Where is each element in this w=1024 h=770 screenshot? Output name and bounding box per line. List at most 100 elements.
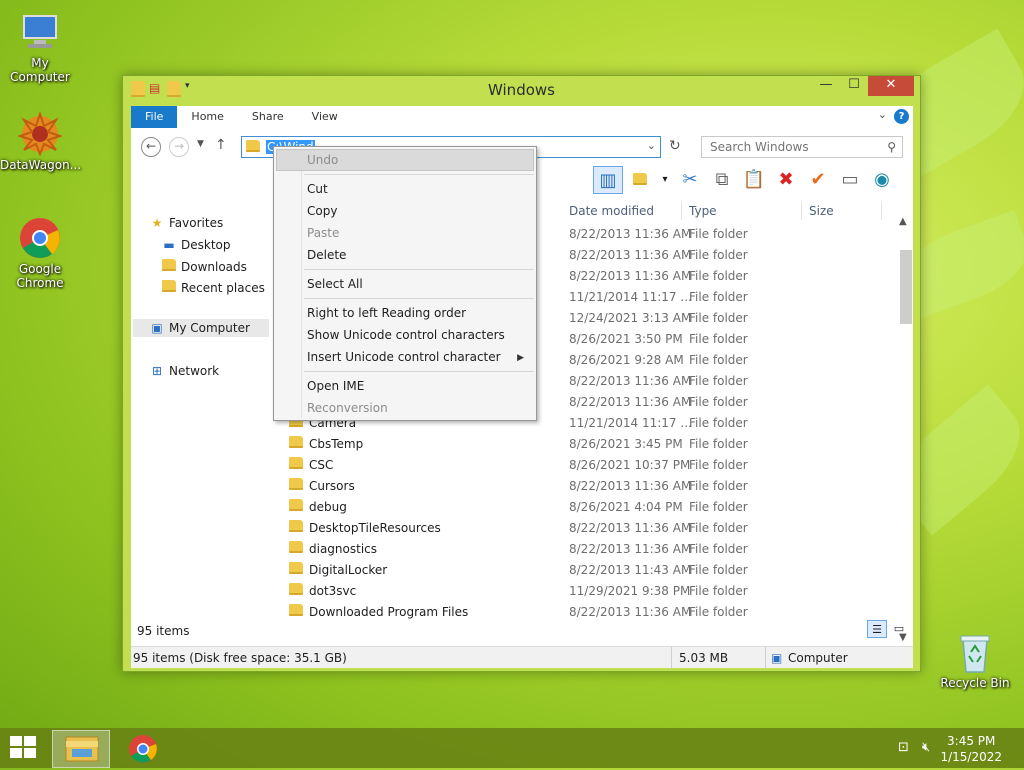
recent-locations-icon[interactable]: ▼ bbox=[197, 139, 204, 149]
table-row[interactable]: DigitalLocker 8/22/2013 11:43 AM File fold… bbox=[281, 560, 895, 581]
large-icons-view-icon[interactable]: ▭ bbox=[889, 620, 909, 638]
network-icon: ⊞ bbox=[151, 364, 163, 378]
menu-item-show-unicode-control-characters[interactable]: Show Unicode control characters bbox=[307, 328, 505, 342]
menu-item-copy[interactable]: Copy bbox=[307, 204, 337, 218]
nav-my-computer[interactable]: ▣ My Computer bbox=[133, 319, 269, 337]
file-type: File folder bbox=[689, 332, 748, 346]
column-date-modified[interactable]: Date modified bbox=[569, 204, 654, 218]
table-row[interactable]: debug 8/26/2021 4:04 PM File folder bbox=[281, 497, 895, 518]
desktop-icon-recycle-bin[interactable]: Recycle Bin bbox=[935, 630, 1015, 690]
scissors-icon[interactable]: ✂ bbox=[675, 166, 705, 194]
menu-item-insert-unicode-control-character[interactable]: Insert Unicode control character bbox=[307, 350, 501, 364]
clipboard-icon[interactable]: 📋 bbox=[739, 166, 769, 194]
ribbon-expand-icon[interactable]: ⌄ bbox=[878, 108, 887, 121]
nav-desktop[interactable]: ▬ Desktop bbox=[161, 238, 230, 252]
search-input[interactable] bbox=[702, 137, 872, 157]
recycle-bin-icon bbox=[953, 630, 997, 674]
help-icon[interactable]: ? bbox=[894, 109, 909, 124]
scrollbar-thumb[interactable] bbox=[900, 250, 912, 324]
tab-view[interactable]: View bbox=[298, 106, 352, 128]
menu-item-reconversion[interactable]: Reconversion bbox=[307, 401, 388, 415]
delete-icon[interactable]: ✖ bbox=[771, 166, 801, 194]
search-icon[interactable]: ⚲ bbox=[887, 140, 896, 154]
column-size[interactable]: Size bbox=[809, 204, 834, 218]
file-type: File folder bbox=[689, 269, 748, 283]
table-row[interactable]: CSC 8/26/2021 10:37 PM File folder bbox=[281, 455, 895, 476]
table-row[interactable]: Downloaded Program Files 8/22/2013 11:36 … bbox=[281, 602, 895, 623]
system-clock[interactable]: 3:45 PM 1/15/2022 bbox=[940, 733, 1002, 765]
nav-downloads[interactable]: Downloads bbox=[161, 259, 247, 274]
clock-date: 1/15/2022 bbox=[940, 750, 1002, 764]
taskbar-file-explorer[interactable] bbox=[52, 730, 110, 768]
vertical-scrollbar[interactable]: ▲ ▼ bbox=[897, 216, 913, 668]
menu-item-select-all[interactable]: Select All bbox=[307, 277, 363, 291]
column-divider[interactable] bbox=[681, 202, 682, 220]
menu-item-delete[interactable]: Delete bbox=[307, 248, 346, 262]
minimize-button[interactable]: — bbox=[812, 76, 840, 96]
folder-icon bbox=[289, 478, 303, 493]
folder-options-icon[interactable] bbox=[625, 166, 655, 194]
column-type[interactable]: Type bbox=[689, 204, 717, 218]
checkmark-icon[interactable]: ✔ bbox=[803, 166, 833, 194]
file-name: CSC bbox=[309, 458, 334, 472]
tab-home[interactable]: Home bbox=[177, 106, 237, 128]
up-arrow-icon[interactable]: ↑ bbox=[215, 137, 227, 153]
menu-item-paste[interactable]: Paste bbox=[307, 226, 339, 240]
nav-favorites[interactable]: ★ Favorites bbox=[149, 216, 224, 230]
file-date: 11/21/2014 11:17 ... bbox=[569, 290, 692, 304]
close-button[interactable]: ✕ bbox=[868, 76, 914, 96]
recent-places-icon bbox=[161, 280, 177, 295]
taskbar-chrome[interactable] bbox=[114, 730, 172, 768]
column-divider[interactable] bbox=[801, 202, 802, 220]
taskbar: ⊡ 🔇︎ 3:45 PM 1/15/2022 bbox=[0, 728, 1024, 768]
table-row[interactable]: Cursors 8/22/2013 11:36 AM File folder bbox=[281, 476, 895, 497]
network-tray-icon[interactable]: ⊡ bbox=[898, 740, 909, 755]
volume-muted-icon[interactable]: 🔇︎ bbox=[922, 740, 930, 755]
file-date: 8/26/2021 4:04 PM bbox=[569, 500, 683, 514]
refresh-icon[interactable]: ↻ bbox=[669, 138, 681, 154]
menu-separator bbox=[304, 371, 534, 372]
column-divider[interactable] bbox=[881, 202, 882, 220]
file-date: 8/22/2013 11:36 AM bbox=[569, 521, 692, 535]
title-bar[interactable]: ▤ ▾ Windows — ☐ ✕ bbox=[123, 76, 920, 104]
file-date: 8/22/2013 11:36 AM bbox=[569, 248, 692, 262]
desktop-icon-datawagon[interactable]: DataWagon... bbox=[0, 110, 82, 172]
scroll-up-icon[interactable]: ▲ bbox=[899, 216, 907, 227]
chevron-down-icon[interactable]: ⌄ bbox=[647, 139, 656, 152]
nav-recent-places[interactable]: Recent places bbox=[161, 280, 265, 295]
windows-start-icon[interactable] bbox=[10, 736, 38, 760]
custom-toolbar: ▥ ▾ ✂ ⧉ 📋 ✖ ✔ ▭ ◉ bbox=[593, 166, 897, 196]
file-date: 8/26/2021 9:28 AM bbox=[569, 353, 684, 367]
copy-icon[interactable]: ⧉ bbox=[707, 166, 737, 194]
chrome-icon bbox=[129, 735, 157, 763]
desktop-icon-label: DataWagon... bbox=[0, 158, 82, 172]
menu-item-cut[interactable]: Cut bbox=[307, 182, 328, 196]
file-explorer-icon bbox=[65, 736, 99, 762]
nav-network[interactable]: ⊞ Network bbox=[149, 364, 219, 378]
rename-icon[interactable]: ▭ bbox=[835, 166, 865, 194]
menu-separator bbox=[304, 174, 534, 175]
desktop-icon-chrome[interactable]: Google Chrome bbox=[0, 216, 80, 290]
tab-file[interactable]: File bbox=[131, 106, 178, 128]
desktop-icon: ▬ bbox=[163, 238, 175, 252]
folder-icon bbox=[289, 541, 303, 556]
maximize-button[interactable]: ☐ bbox=[840, 76, 868, 96]
details-view-icon[interactable]: ☰ bbox=[867, 620, 887, 638]
preview-pane-icon[interactable]: ▥ bbox=[593, 166, 623, 194]
forward-button[interactable]: → bbox=[169, 137, 189, 157]
table-row[interactable]: dot3svc 11/29/2021 9:38 PM File folder bbox=[281, 581, 895, 602]
table-row[interactable]: DesktopTileResources 8/22/2013 11:36 AM Fi… bbox=[281, 518, 895, 539]
dropdown-icon[interactable]: ▾ bbox=[657, 166, 673, 194]
menu-item-right-to-left-reading-order[interactable]: Right to left Reading order bbox=[307, 306, 466, 320]
back-button[interactable]: ← bbox=[141, 137, 161, 157]
menu-item-undo[interactable]: Undo bbox=[307, 153, 338, 167]
globe-icon[interactable]: ◉ bbox=[867, 166, 897, 194]
desktop-icon-label: My Computer bbox=[10, 56, 70, 84]
menu-item-open-ime[interactable]: Open IME bbox=[307, 379, 364, 393]
table-row[interactable]: diagnostics 8/22/2013 11:36 AM File folder bbox=[281, 539, 895, 560]
table-row[interactable]: CbsTemp 8/26/2021 3:45 PM File folder bbox=[281, 434, 895, 455]
status-size: 5.03 MB bbox=[679, 651, 729, 665]
tab-share[interactable]: Share bbox=[238, 106, 298, 128]
desktop-icon-my-computer[interactable]: My Computer bbox=[0, 10, 80, 84]
file-type: File folder bbox=[689, 605, 748, 619]
